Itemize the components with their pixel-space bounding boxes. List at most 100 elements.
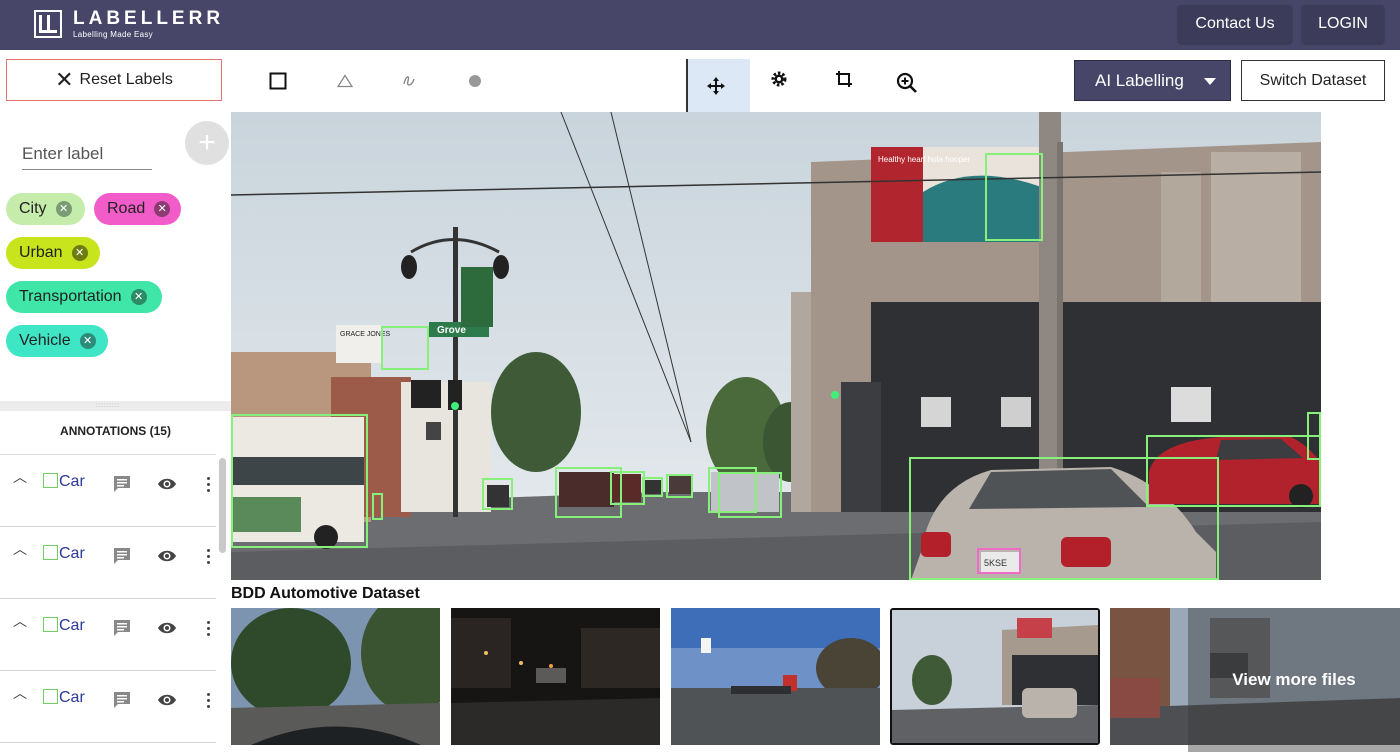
move-tool-button[interactable] bbox=[686, 59, 750, 112]
chevron-up-icon[interactable]: ︿ bbox=[13, 539, 27, 559]
point-tool-button[interactable] bbox=[454, 60, 496, 102]
label-input[interactable] bbox=[22, 138, 152, 170]
remove-label-icon[interactable]: ✕ bbox=[71, 245, 88, 261]
annotations-scrollbar[interactable] bbox=[219, 458, 226, 553]
brand-tagline: Labelling Made Easy bbox=[73, 30, 153, 39]
bbox-color-swatch bbox=[43, 617, 58, 632]
bounding-box[interactable] bbox=[231, 414, 368, 548]
bbox-color-swatch bbox=[43, 689, 58, 704]
bbox-color-swatch bbox=[43, 473, 58, 488]
bounding-box[interactable] bbox=[666, 474, 693, 498]
remove-label-icon[interactable]: ✕ bbox=[154, 201, 171, 217]
comment-icon[interactable] bbox=[113, 475, 131, 493]
zoom-in-icon bbox=[896, 72, 917, 93]
ai-labelling-label: AI Labelling bbox=[1095, 70, 1184, 90]
label-chip-urban[interactable]: Urban ✕ bbox=[6, 237, 100, 269]
label-sidebar: + City ✕ Road ✕ Urban ✕ Transportation ✕… bbox=[0, 112, 231, 752]
night-street-image bbox=[451, 608, 660, 745]
label-chip-text: City bbox=[19, 200, 47, 217]
triangle-icon bbox=[337, 74, 353, 88]
move-icon bbox=[707, 77, 725, 95]
bounding-box[interactable] bbox=[381, 326, 429, 370]
more-options-icon[interactable] bbox=[207, 477, 211, 495]
plus-icon: + bbox=[198, 126, 216, 159]
close-icon: ✕ bbox=[55, 67, 74, 92]
crop-tool-button[interactable] bbox=[823, 58, 865, 100]
view-more-files-button[interactable]: View more files bbox=[1188, 608, 1400, 752]
rectangle-tool-button[interactable] bbox=[257, 60, 299, 102]
remove-label-icon[interactable]: ✕ bbox=[130, 289, 147, 305]
logo-icon bbox=[34, 10, 62, 38]
annotation-label: Car bbox=[59, 689, 85, 706]
label-chip-text: Urban bbox=[19, 244, 63, 261]
bounding-box[interactable] bbox=[610, 471, 645, 505]
dataset-thumbnail[interactable] bbox=[451, 608, 660, 745]
more-options-icon[interactable] bbox=[207, 693, 211, 711]
zoom-tool-button[interactable] bbox=[886, 62, 928, 104]
bbox-color-swatch bbox=[43, 545, 58, 560]
toolbar: ✕ Reset Labels AI Labelling Switch Datas… bbox=[0, 50, 1400, 112]
reset-labels-button[interactable]: ✕ Reset Labels bbox=[6, 59, 222, 101]
eye-icon[interactable] bbox=[157, 477, 177, 491]
dataset-thumbnail[interactable] bbox=[231, 608, 440, 745]
bounding-box[interactable] bbox=[1146, 435, 1321, 507]
remove-label-icon[interactable]: ✕ bbox=[55, 201, 72, 217]
dataset-title: BDD Automotive Dataset bbox=[231, 585, 420, 602]
eye-icon[interactable] bbox=[157, 621, 177, 635]
chevron-up-icon[interactable]: ︿ bbox=[13, 683, 27, 703]
bounding-box[interactable] bbox=[642, 477, 663, 497]
top-bar: LABELLERR Labelling Made Easy Contact Us… bbox=[0, 0, 1400, 50]
annotation-row[interactable]: ︿ Car bbox=[0, 527, 216, 599]
annotation-label: Car bbox=[59, 617, 85, 634]
comment-icon[interactable] bbox=[113, 691, 131, 709]
add-label-button[interactable]: + bbox=[185, 121, 229, 165]
polygon-tool-button[interactable] bbox=[324, 60, 366, 102]
freehand-icon bbox=[403, 76, 415, 86]
annotation-canvas[interactable]: Healthy heart hula hooper GRACE JONES Gr… bbox=[231, 112, 1321, 580]
comment-icon[interactable] bbox=[113, 619, 131, 637]
label-chip-transportation[interactable]: Transportation ✕ bbox=[6, 281, 162, 313]
annotations-header: ANNOTATIONS (15) bbox=[60, 424, 171, 438]
bounding-box[interactable] bbox=[718, 472, 782, 518]
reset-labels-label: Reset Labels bbox=[79, 71, 173, 88]
more-options-icon[interactable] bbox=[207, 549, 211, 567]
login-button[interactable]: LOGIN bbox=[1302, 5, 1384, 43]
label-chip-vehicle[interactable]: Vehicle ✕ bbox=[6, 325, 108, 357]
freehand-tool-button[interactable] bbox=[388, 60, 430, 102]
bounding-box[interactable] bbox=[985, 153, 1043, 241]
caret-down-icon bbox=[1204, 78, 1216, 85]
annotation-row[interactable]: ︿ Car bbox=[0, 671, 216, 743]
annotation-row[interactable]: ︿ Car bbox=[0, 599, 216, 671]
eye-icon[interactable] bbox=[157, 693, 177, 707]
comment-icon[interactable] bbox=[113, 547, 131, 565]
highway-image bbox=[671, 608, 880, 745]
switch-dataset-button[interactable]: Switch Dataset bbox=[1241, 60, 1385, 101]
more-options-icon[interactable] bbox=[207, 621, 211, 639]
gear-icon bbox=[771, 71, 787, 87]
bounding-box[interactable] bbox=[1307, 412, 1321, 460]
billboard-text: Healthy heart hula hooper bbox=[878, 155, 970, 164]
chevron-up-icon[interactable]: ︿ bbox=[13, 611, 27, 631]
eye-icon[interactable] bbox=[157, 549, 177, 563]
dataset-thumbnail-selected[interactable] bbox=[890, 608, 1100, 745]
label-chip-city[interactable]: City ✕ bbox=[6, 193, 85, 225]
intersection-image bbox=[892, 610, 1098, 743]
rectangle-icon bbox=[269, 72, 287, 90]
label-chip-text: Transportation bbox=[19, 288, 122, 305]
annotation-row[interactable]: ︿ Car bbox=[0, 455, 216, 527]
label-chip-road[interactable]: Road ✕ bbox=[94, 193, 181, 225]
point-icon bbox=[469, 75, 481, 87]
settings-tool-button[interactable] bbox=[758, 58, 800, 100]
contact-us-button[interactable]: Contact Us bbox=[1178, 5, 1292, 43]
bounding-box[interactable] bbox=[482, 478, 513, 510]
ai-labelling-dropdown[interactable]: AI Labelling bbox=[1074, 60, 1231, 101]
license-plate-bounding-box[interactable] bbox=[977, 548, 1021, 574]
remove-label-icon[interactable]: ✕ bbox=[79, 333, 96, 349]
brand-logo[interactable]: LABELLERR Labelling Made Easy bbox=[34, 9, 224, 39]
chevron-up-icon[interactable]: ︿ bbox=[13, 467, 27, 487]
brand-name: LABELLERR bbox=[73, 8, 225, 29]
crop-icon bbox=[836, 71, 852, 87]
bounding-box[interactable] bbox=[372, 493, 383, 520]
dataset-thumbnail[interactable] bbox=[671, 608, 880, 745]
resize-handle[interactable]: ::::::::: bbox=[0, 401, 231, 411]
